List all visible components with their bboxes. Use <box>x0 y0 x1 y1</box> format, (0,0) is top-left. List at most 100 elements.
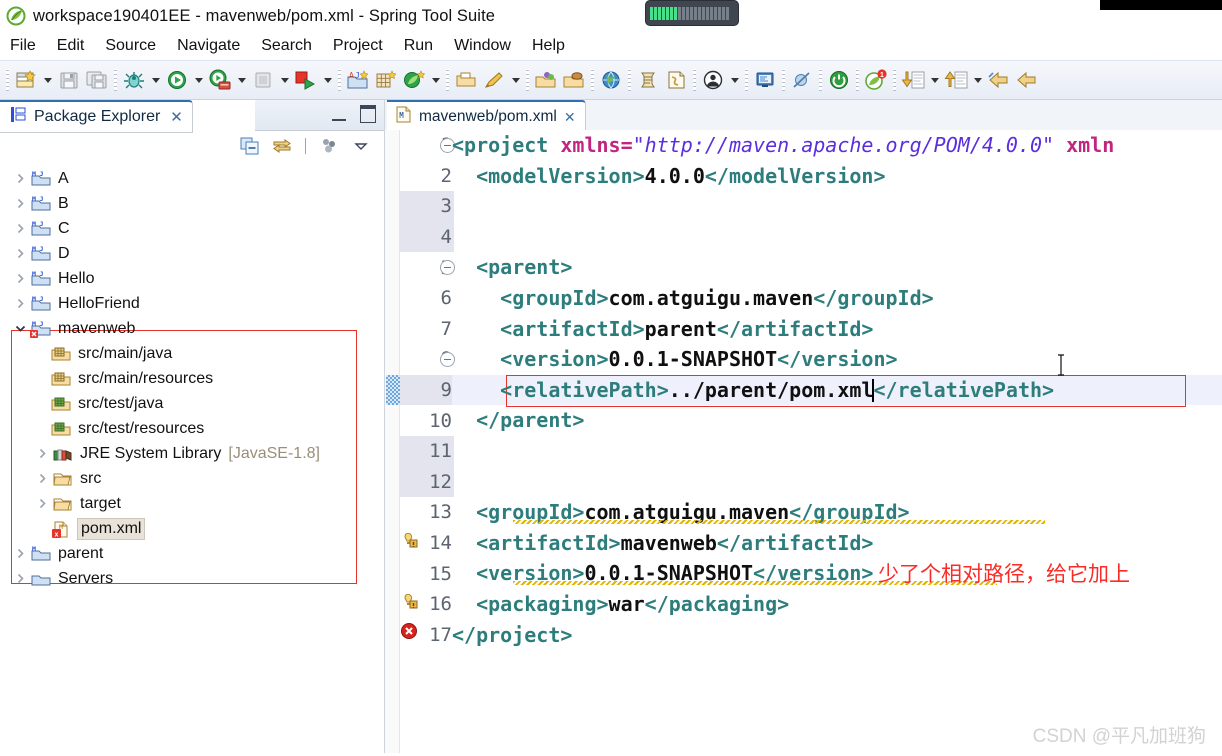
error-marker[interactable] <box>400 622 418 640</box>
editor-body[interactable]: 1 2 3 4 5 6 7 8 9 10 11 12 13 14 15 16 1 <box>385 130 1222 753</box>
skip-breakpoints-icon[interactable] <box>788 65 816 95</box>
new-spring-icon[interactable] <box>400 65 428 95</box>
tree-item-hello[interactable]: M J Hello <box>0 266 384 291</box>
tab-package-explorer[interactable]: Package Explorer ✕ <box>0 100 193 133</box>
chevron-right-icon[interactable] <box>14 547 27 560</box>
chevron-down-icon[interactable] <box>14 322 27 335</box>
menu-navigate[interactable]: Navigate <box>177 37 240 55</box>
boot-dashboard-dropdown[interactable] <box>320 65 335 95</box>
boot-dashboard-icon[interactable] <box>292 65 320 95</box>
menu-file[interactable]: File <box>10 37 36 55</box>
source-folder-icon <box>50 345 72 363</box>
quick-access-dropdown[interactable] <box>508 65 523 95</box>
run-on-server-icon[interactable] <box>206 65 234 95</box>
tree-item-target[interactable]: target <box>0 491 384 516</box>
maven-project-error-icon: M J <box>30 320 52 338</box>
run-icon[interactable] <box>163 65 191 95</box>
debug-icon[interactable] <box>120 65 148 95</box>
chevron-right-icon[interactable] <box>14 172 27 185</box>
user-account-dropdown[interactable] <box>727 65 742 95</box>
new-wizard-icon[interactable] <box>12 65 40 95</box>
open-resource-icon[interactable] <box>532 65 560 95</box>
chevron-right-icon[interactable] <box>36 472 49 485</box>
open-browser-icon[interactable] <box>597 65 625 95</box>
open-task-icon[interactable] <box>560 65 588 95</box>
previous-annotation-dropdown[interactable] <box>927 65 942 95</box>
tree-item-src[interactable]: src <box>0 466 384 491</box>
save-all-icon[interactable] <box>83 65 111 95</box>
chevron-right-icon[interactable] <box>14 572 27 585</box>
chevron-right-icon[interactable] <box>36 497 49 510</box>
menu-window[interactable]: Window <box>454 37 511 55</box>
tree-item-mavenweb[interactable]: M J mavenweb <box>0 316 384 341</box>
close-icon[interactable]: ✕ <box>170 110 183 125</box>
tree-item-pom-xml[interactable]: M x pom.xml <box>0 516 384 541</box>
new-class-icon[interactable] <box>372 65 400 95</box>
power-icon[interactable] <box>825 65 853 95</box>
tree-item-src-test-resources[interactable]: src/test/resources <box>0 416 384 441</box>
forward-icon[interactable] <box>1013 65 1041 95</box>
tree-item-d[interactable]: M J D <box>0 241 384 266</box>
user-account-icon[interactable] <box>699 65 727 95</box>
next-annotation-dropdown[interactable] <box>970 65 985 95</box>
chevron-right-icon[interactable] <box>14 247 27 260</box>
tree-item-src-test-java[interactable]: src/test/java <box>0 391 384 416</box>
toolbar-separator <box>890 67 899 93</box>
warning-quickfix-marker[interactable] <box>401 531 419 549</box>
code-text-area[interactable]: <project xmlns="http://maven.apache.org/… <box>452 130 1222 753</box>
next-annotation-icon[interactable] <box>942 65 970 95</box>
tree-item-c[interactable]: M J C <box>0 216 384 241</box>
debug-dropdown[interactable] <box>148 65 163 95</box>
menu-project[interactable]: Project <box>333 37 383 55</box>
tab-mavenweb-pom-xml[interactable]: M mavenweb/pom.xml ✕ <box>387 100 586 133</box>
console-icon[interactable] <box>751 65 779 95</box>
warning-quickfix-marker[interactable] <box>401 592 419 610</box>
link-with-editor-icon[interactable] <box>271 135 293 157</box>
close-icon[interactable]: ✕ <box>564 109 576 126</box>
external-tools-icon[interactable] <box>634 65 662 95</box>
menu-edit[interactable]: Edit <box>57 37 85 55</box>
run-dropdown[interactable] <box>191 65 206 95</box>
view-menu-dots-icon[interactable] <box>318 135 340 157</box>
collapse-all-icon[interactable] <box>239 135 261 157</box>
chevron-right-icon[interactable] <box>14 222 27 235</box>
tree-item-a[interactable]: M J A <box>0 166 384 191</box>
chevron-right-icon[interactable] <box>14 297 27 310</box>
save-icon[interactable] <box>55 65 83 95</box>
black-bar <box>1100 0 1222 10</box>
view-menu-icon[interactable] <box>350 135 372 157</box>
tree-item-servers[interactable]: Servers <box>0 566 384 591</box>
quick-access-icon[interactable] <box>480 65 508 95</box>
tree-item-hellofriend[interactable]: M J HelloFriend <box>0 291 384 316</box>
code-token: war <box>608 592 645 616</box>
tree-item-jre-system-library[interactable]: JRE System Library [JavaSE-1.8] <box>0 441 384 466</box>
run-on-server-dropdown[interactable] <box>234 65 249 95</box>
new-spring-dropdown[interactable] <box>428 65 443 95</box>
open-type-icon[interactable] <box>452 65 480 95</box>
git-repo-icon[interactable] <box>662 65 690 95</box>
menu-search[interactable]: Search <box>261 37 312 55</box>
project-tree[interactable]: M J A M J B M J C M J D M J Hello M J He… <box>0 162 384 591</box>
chevron-right-icon[interactable] <box>14 272 27 285</box>
chevron-right-icon[interactable] <box>14 197 27 210</box>
notifications-icon[interactable]: 1 <box>862 65 890 95</box>
minimize-icon[interactable] <box>332 107 346 121</box>
new-java-package-icon[interactable]: A J <box>344 65 372 95</box>
back-icon[interactable] <box>985 65 1013 95</box>
led-meter-widget <box>645 0 739 26</box>
stop-dropdown[interactable] <box>277 65 292 95</box>
menu-source[interactable]: Source <box>105 37 156 55</box>
tree-item-src-main-java[interactable]: src/main/java <box>0 341 384 366</box>
tree-item-parent[interactable]: M parent <box>0 541 384 566</box>
previous-annotation-icon[interactable] <box>899 65 927 95</box>
stop-icon[interactable] <box>249 65 277 95</box>
menu-run[interactable]: Run <box>404 37 433 55</box>
maximize-icon[interactable] <box>360 105 376 123</box>
annotation-ruler[interactable] <box>385 130 400 753</box>
code-token: <modelVersion> <box>452 163 645 188</box>
new-wizard-dropdown[interactable] <box>40 65 55 95</box>
menu-help[interactable]: Help <box>532 37 565 55</box>
tree-item-b[interactable]: M J B <box>0 191 384 216</box>
chevron-right-icon[interactable] <box>36 447 49 460</box>
tree-item-src-main-resources[interactable]: src/main/resources <box>0 366 384 391</box>
